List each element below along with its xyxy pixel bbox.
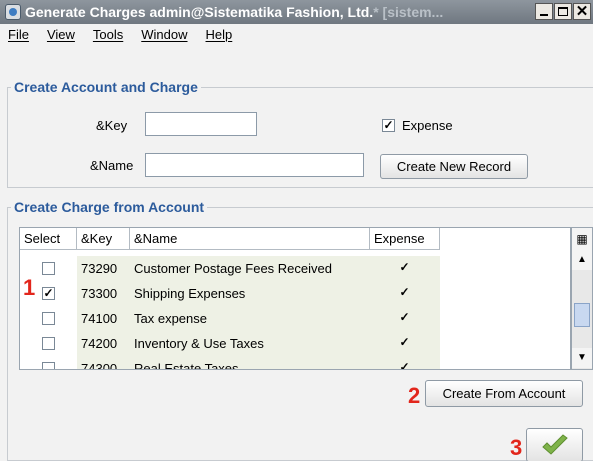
annotation-marker-3: 3 [510,435,523,460]
column-chooser-icon[interactable]: ▦ [572,228,592,251]
menu-window[interactable]: Window [141,27,187,42]
table-row[interactable]: 74300 Real Estate Taxes ✓ [20,356,440,369]
menu-file[interactable]: File [8,27,29,42]
key-label: &Key [96,118,128,133]
annotation-marker-1: 1 [23,275,36,300]
table-row[interactable]: 73290 Customer Postage Fees Received ✓ [20,256,440,281]
select-checkbox[interactable] [42,262,55,275]
scroll-up-icon[interactable]: ▲ [572,250,592,270]
account-name: Shipping Expenses [130,281,370,306]
create-account-legend: Create Account and Charge [11,79,201,95]
expense-check[interactable]: ✓ [398,286,411,300]
account-name: Real Estate Taxes [130,356,370,369]
menu-tools[interactable]: Tools [93,27,123,42]
name-label: &Name [90,158,134,173]
create-from-account-button[interactable]: Create From Account [425,380,583,407]
column-header-key[interactable]: &Key [77,228,130,250]
account-key: 73290 [77,256,130,281]
ok-button[interactable] [526,428,583,461]
menu-view[interactable]: View [47,27,75,42]
account-name: Inventory & Use Taxes [130,331,370,356]
close-icon[interactable]: ✕ [573,3,591,20]
menu-bar: File View Tools Window Help [0,24,593,44]
checkmark-icon [541,434,568,455]
expense-check[interactable]: ✓ [398,261,411,275]
expense-checkbox[interactable]: ✓ [382,119,395,132]
annotation-marker-2: 2 [408,383,421,408]
name-input[interactable] [145,153,364,177]
create-account-section: Create Account and Charge &Key ✓ Expense… [7,79,593,188]
window-title: Generate Charges admin@Sistematika Fashi… [25,4,444,20]
account-key: 73300 [77,281,130,306]
expense-check[interactable]: ✓ [398,361,411,369]
key-input[interactable] [145,112,257,136]
expense-check[interactable]: ✓ [398,311,411,325]
app-icon[interactable] [5,4,21,20]
select-checkbox[interactable] [42,312,55,325]
accounts-table: Select &Key &Name Expense 73290 Customer… [19,227,571,370]
generate-charges-window: Generate Charges admin@Sistematika Fashi… [0,0,593,461]
select-checkbox[interactable] [42,362,55,369]
maximize-icon[interactable] [554,3,572,20]
expense-check[interactable]: ✓ [398,336,411,350]
table-scrollbar[interactable]: ▦ ▲ ▼ [571,227,593,370]
window-controls: ✕ [535,3,591,20]
charge-from-account-legend: Create Charge from Account [11,199,208,215]
expense-label: Expense [402,118,453,133]
title-bar[interactable]: Generate Charges admin@Sistematika Fashi… [0,0,593,24]
column-header-select[interactable]: Select [20,228,77,250]
scroll-down-icon[interactable]: ▼ [572,348,592,368]
account-key: 74100 [77,306,130,331]
select-checkbox[interactable] [42,337,55,350]
column-header-name[interactable]: &Name [130,228,370,250]
account-name: Tax expense [130,306,370,331]
select-checkbox[interactable]: ✓ [42,287,55,300]
column-header-expense[interactable]: Expense [370,228,440,250]
account-name: Customer Postage Fees Received [130,256,370,281]
table-row[interactable]: 74200 Inventory & Use Taxes ✓ [20,331,440,356]
scroll-thumb[interactable] [574,303,590,327]
table-row[interactable]: 74100 Tax expense ✓ [20,306,440,331]
account-key: 74300 [77,356,130,369]
account-key: 74200 [77,331,130,356]
minimize-icon[interactable] [535,3,553,20]
create-new-record-button[interactable]: Create New Record [380,154,528,179]
table-row[interactable]: ✓ 73300 Shipping Expenses ✓ [20,281,440,306]
menu-help[interactable]: Help [206,27,233,42]
